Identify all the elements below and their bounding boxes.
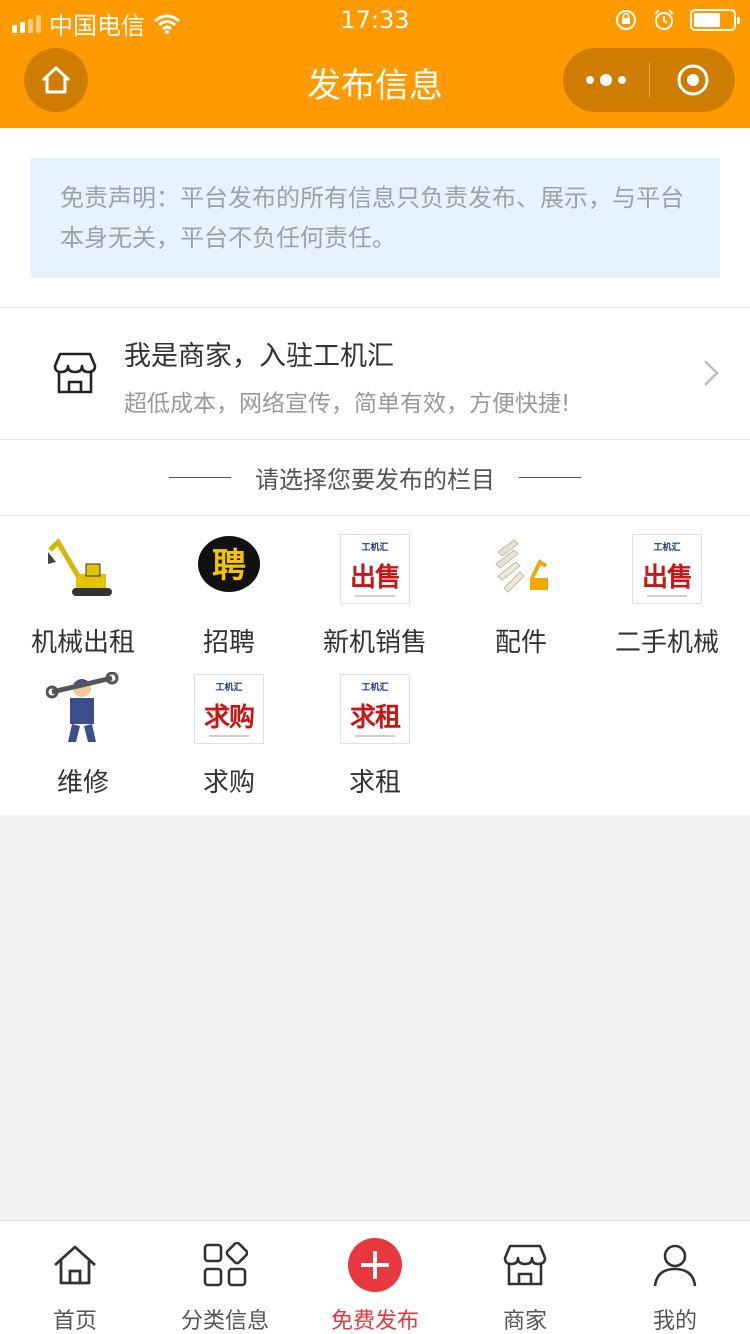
category-label: 招聘 [202,628,255,658]
category-label: 维修 [56,768,109,798]
category-repair[interactable]: 维修 [10,671,156,799]
category-recruit[interactable]: 聘 招聘 [156,532,302,659]
tab-categories[interactable]: 分类信息 [150,1221,300,1334]
rent-tile-icon: 工机汇 求租 [338,672,412,746]
tab-label: 首页 [52,1309,97,1334]
mechanic-icon [45,671,120,746]
tab-merchants[interactable]: 商家 [450,1221,600,1334]
merchant-join-row[interactable]: 我是商家，入驻工机汇 超低成本，网络宣传，简单有效，方便快捷! [0,308,750,440]
category-label: 机械出租 [30,628,135,658]
user-icon [653,1244,697,1287]
mini-program-capsule [563,48,735,112]
tab-profile[interactable]: 我的 [600,1221,750,1334]
tab-bar: 首页 分类信息 免费发布 商家 我的 [0,1220,750,1334]
tab-publish[interactable]: 免费发布 [300,1221,450,1334]
section-title: 请选择您要发布的栏目 [255,466,495,494]
shop-icon [53,352,97,394]
alarm-icon [654,9,674,30]
category-label: 求租 [348,768,401,798]
tab-label: 我的 [652,1309,697,1334]
parts-icon [484,532,558,606]
sale-tile-icon: 工机汇 出售 [630,532,704,606]
category-new-machine-sale[interactable]: 工机汇 出售 新机销售 [302,532,448,659]
buy-tile-icon: 工机汇 求购 [192,672,266,746]
tab-label: 免费发布 [330,1309,419,1334]
tab-label: 商家 [502,1309,547,1334]
category-wanted-rent[interactable]: 工机汇 求租 求租 [302,672,448,799]
home-icon [54,1245,96,1285]
rotation-lock-icon [616,10,636,30]
category-parts[interactable]: 配件 [448,532,594,659]
merchant-title: 我是商家，入驻工机汇 [124,341,394,372]
category-label: 求购 [202,768,255,798]
section-header: 请选择您要发布的栏目 [0,440,750,516]
category-grid: 机械出租 聘 招聘 工机汇 出售 新机销售 配件 工机汇 出售 二手机械 维修 … [0,516,750,815]
disclaimer-section: 免责声明：平台发布的所有信息只负责发布、展示，与平台本身无关，平台不负任何责任。 [0,128,750,308]
category-label: 二手机械 [614,628,719,658]
category-used-machine[interactable]: 工机汇 出售 二手机械 [594,532,740,659]
tab-home[interactable]: 首页 [0,1221,150,1334]
plus-icon [348,1238,402,1292]
category-label: 配件 [494,628,547,658]
merchant-subtitle: 超低成本，网络宣传，简单有效，方便快捷! [124,391,571,417]
grid-icon [203,1242,248,1287]
battery-icon [690,9,740,31]
close-mini-program-button[interactable] [650,48,735,112]
target-icon [677,64,708,96]
category-machine-rental[interactable]: 机械出租 [10,532,156,659]
disclaimer-text: 免责声明：平台发布的所有信息只负责发布、展示，与平台本身无关，平台不负任何责任。 [30,158,720,278]
status-bar: 中国电信 17:33 [0,0,750,40]
excavator-icon [46,532,120,606]
shop-icon [503,1244,547,1286]
main-content: 免责声明：平台发布的所有信息只负责发布、展示，与平台本身无关，平台不负任何责任。… [0,128,750,815]
category-wanted-buy[interactable]: 工机汇 求购 求购 [156,672,302,799]
more-button[interactable] [563,48,649,112]
sale-tile-icon: 工机汇 出售 [338,532,412,606]
category-label: 新机销售 [322,628,427,658]
top-bar: 中国电信 17:33 发布信息 [0,0,750,128]
tab-label: 分类信息 [180,1309,269,1334]
chevron-right-icon [704,360,719,386]
recruit-icon: 聘 [192,532,266,606]
